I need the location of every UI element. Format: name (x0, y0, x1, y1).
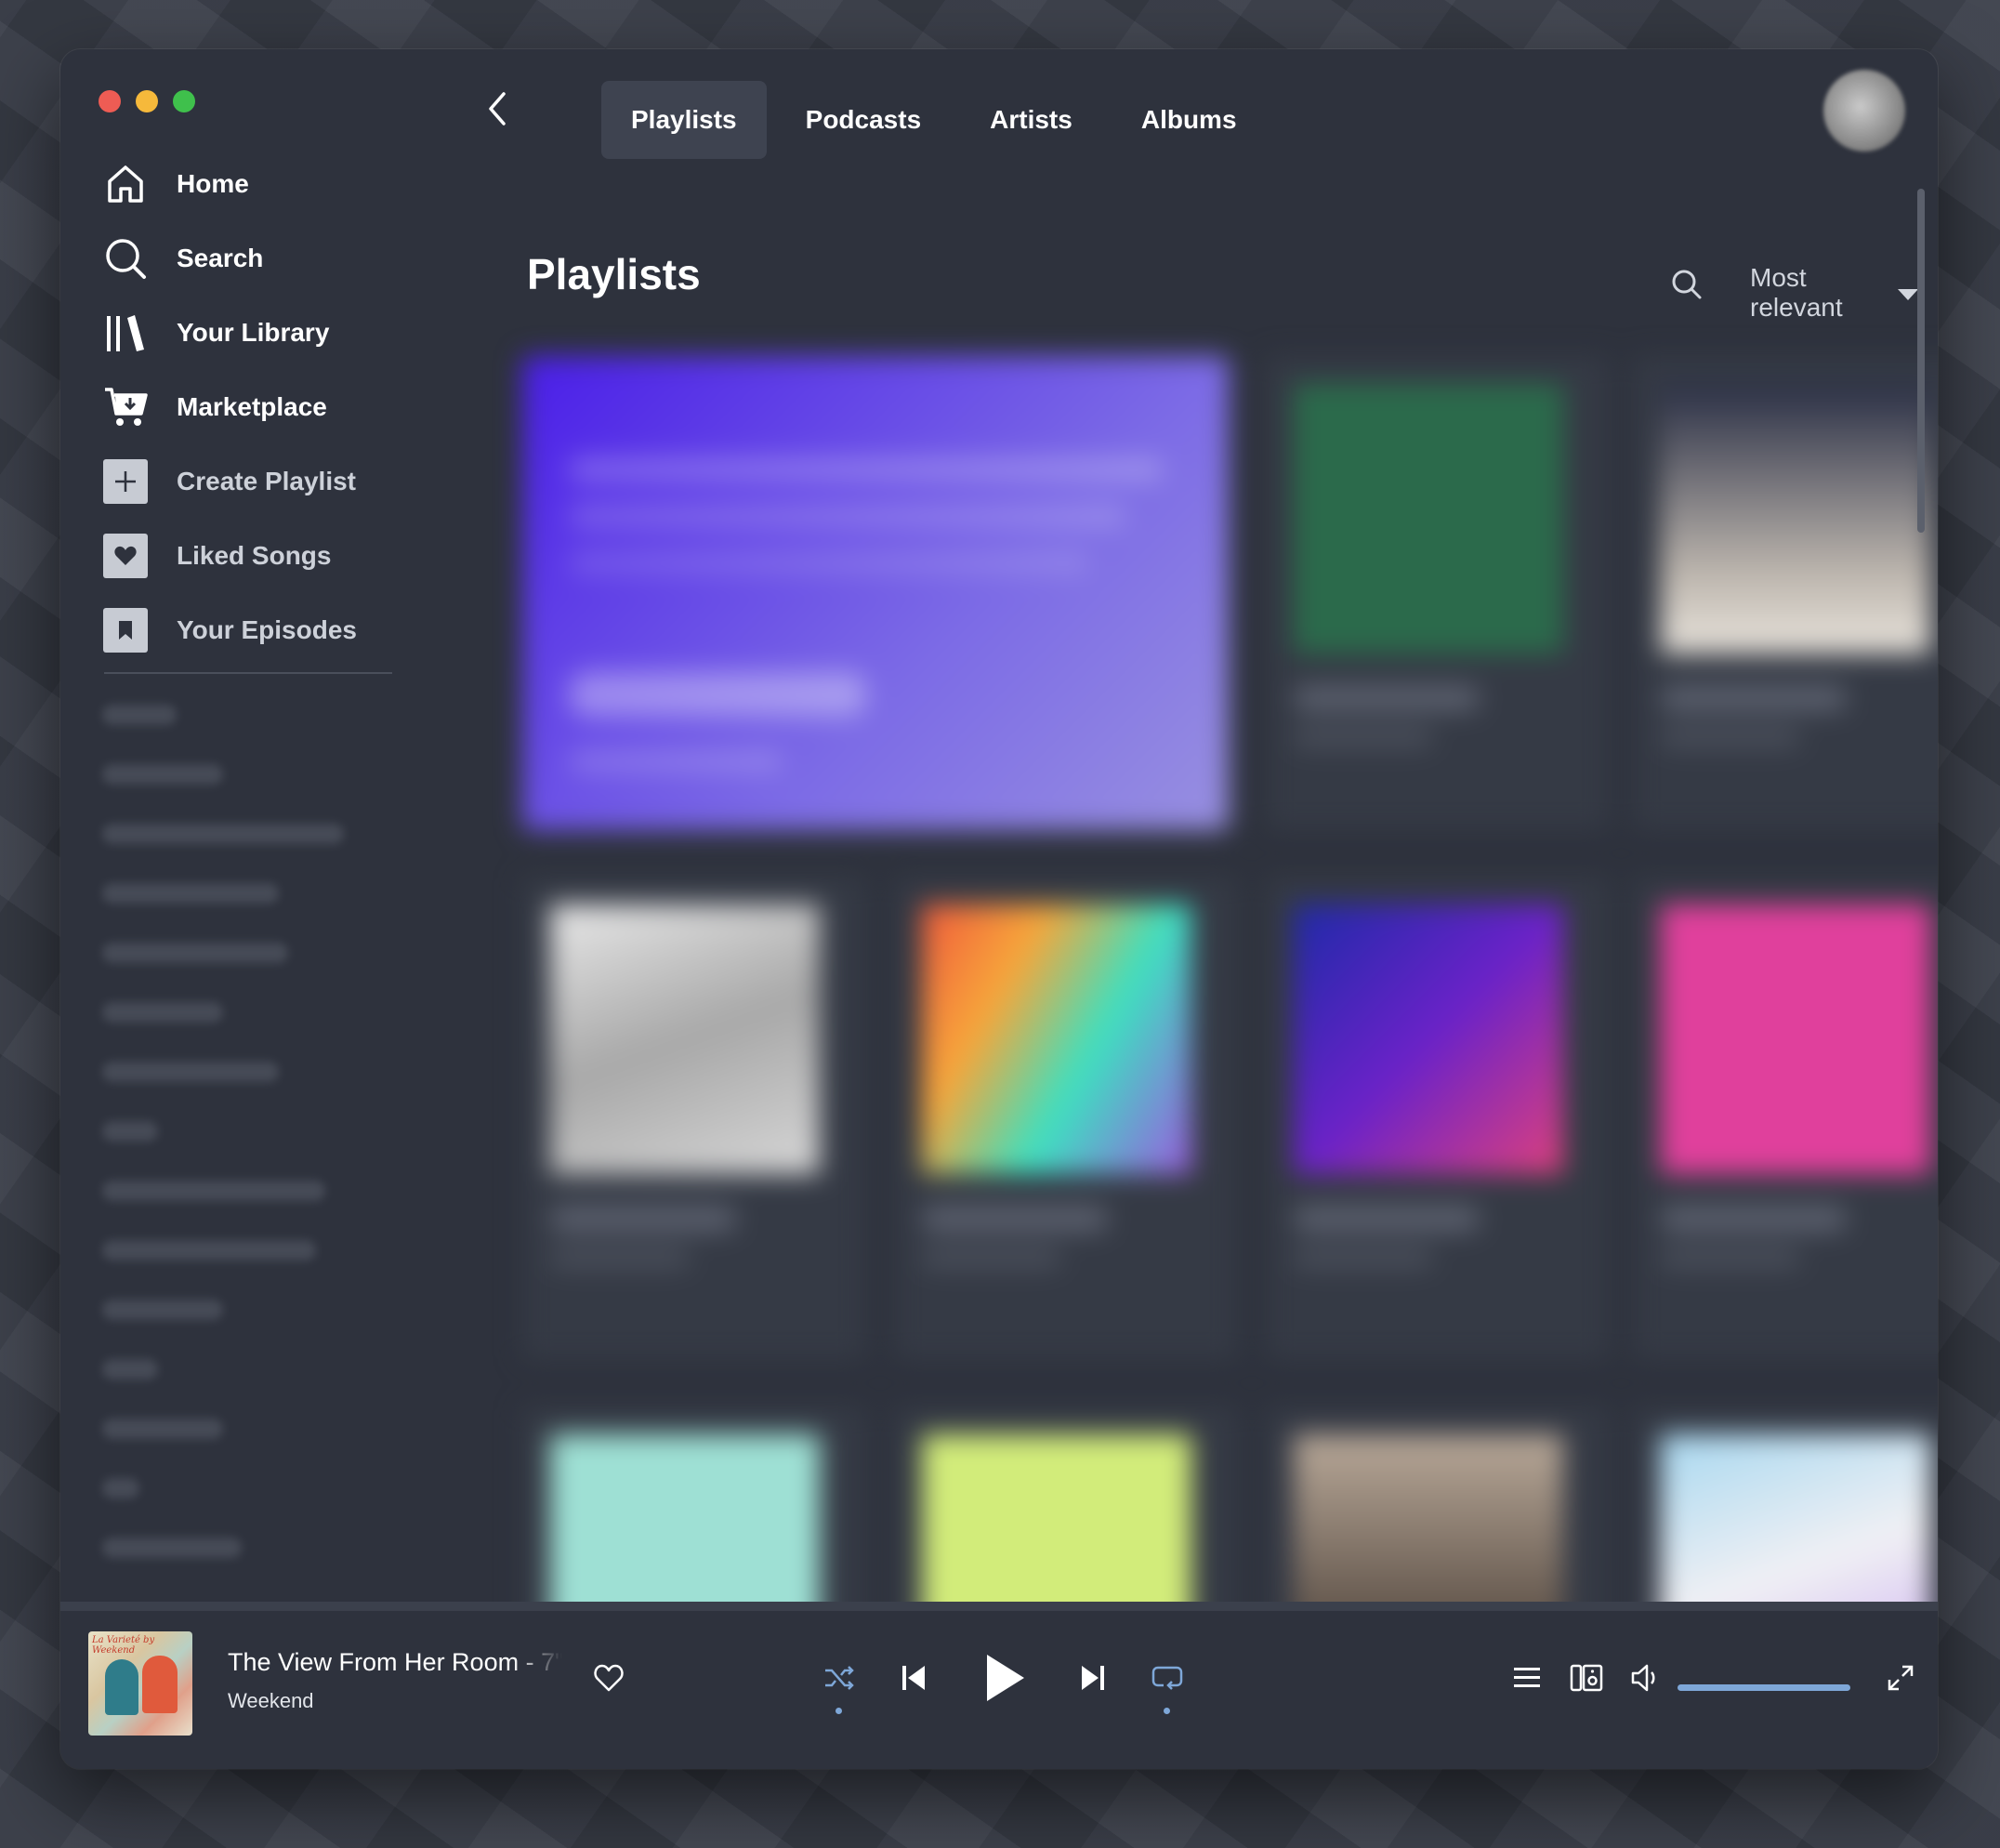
sidebar-item-label: Search (177, 244, 264, 272)
heart-icon-wrapper (102, 533, 149, 579)
sidebar-item-label: Liked Songs (177, 541, 332, 570)
sort-dropdown[interactable]: Most relevant (1750, 263, 1919, 323)
player-bar: La Varieté by Weekend The View From Her … (60, 1602, 1938, 1769)
plus-icon (103, 459, 148, 504)
tab-playlists[interactable]: Playlists (601, 81, 767, 159)
repeat-icon[interactable] (1139, 1650, 1195, 1706)
previous-icon[interactable] (886, 1650, 941, 1706)
page-title: Playlists (527, 250, 701, 298)
playlist-card[interactable] (1266, 877, 1610, 1360)
sidebar-divider (104, 672, 392, 674)
shuffle-active-dot (836, 1708, 842, 1714)
bookmark-icon-wrapper (102, 607, 149, 653)
sidebar-item-label: Marketplace (177, 392, 327, 421)
sidebar-item-liked-songs[interactable]: Liked Songs (102, 519, 474, 593)
cover-text: La Varieté by Weekend (92, 1635, 155, 1656)
liked-songs-card[interactable] (522, 356, 1229, 830)
bookmark-icon (103, 608, 148, 653)
album-cover[interactable]: La Varieté by Weekend (88, 1631, 192, 1736)
sidebar: Home Search Your Library Marketplace Cre… (60, 49, 469, 1602)
queue-icon[interactable] (1499, 1650, 1555, 1706)
plus-icon-wrapper (102, 458, 149, 505)
avatar[interactable] (1823, 70, 1905, 152)
sidebar-item-home[interactable]: Home (102, 147, 474, 221)
connect-device-icon[interactable] (1559, 1650, 1614, 1706)
playlist-list[interactable] (102, 705, 344, 1597)
tab-podcasts[interactable]: Podcasts (776, 81, 952, 159)
volume-slider[interactable] (1678, 1684, 1850, 1691)
sidebar-item-search[interactable]: Search (102, 221, 474, 296)
home-icon (102, 161, 149, 207)
playlist-card[interactable] (1266, 356, 1610, 830)
sidebar-item-your-episodes[interactable]: Your Episodes (102, 593, 474, 667)
tab-artists[interactable]: Artists (960, 81, 1102, 159)
library-icon (102, 310, 149, 356)
heart-icon[interactable] (588, 1657, 629, 1698)
artist-name[interactable]: Weekend (228, 1689, 314, 1713)
playlist-card[interactable] (1633, 356, 1938, 830)
main-content: Playlists Most relevant (469, 161, 1938, 1704)
sidebar-item-label: Home (177, 169, 249, 198)
sidebar-item-library[interactable]: Your Library (102, 296, 474, 370)
sidebar-item-label: Your Episodes (177, 615, 357, 644)
top-bar: Playlists Podcasts Artists Albums (469, 68, 1938, 159)
search-icon (102, 235, 149, 282)
sidebar-item-create-playlist[interactable]: Create Playlist (102, 444, 474, 519)
scrollbar[interactable] (1917, 189, 1925, 533)
repeat-active-dot (1164, 1708, 1170, 1714)
fullscreen-icon[interactable] (1873, 1650, 1928, 1706)
sidebar-item-marketplace[interactable]: Marketplace (102, 370, 474, 444)
playlist-card[interactable] (894, 877, 1238, 1360)
track-title[interactable]: The View From Her Room - 7" (228, 1648, 562, 1677)
play-icon[interactable] (969, 1643, 1040, 1713)
sidebar-item-label: Your Library (177, 318, 330, 347)
chevron-left-icon[interactable] (469, 81, 525, 137)
library-tabs: Playlists Podcasts Artists Albums (601, 81, 1267, 159)
cart-icon (102, 384, 149, 430)
sidebar-item-label: Create Playlist (177, 467, 356, 495)
volume-icon[interactable] (1618, 1650, 1674, 1706)
search-icon[interactable] (1664, 261, 1710, 308)
sort-label: Most relevant (1750, 263, 1843, 322)
playlist-card[interactable] (1633, 877, 1938, 1360)
sidebar-nav: Home Search Your Library Marketplace Cre… (102, 147, 474, 667)
caret-down-icon (1897, 278, 1919, 308)
playlist-card[interactable] (522, 877, 866, 1360)
tab-albums[interactable]: Albums (1112, 81, 1267, 159)
shuffle-icon[interactable] (811, 1650, 867, 1706)
next-icon[interactable] (1065, 1650, 1121, 1706)
heart-icon (103, 534, 148, 578)
app-window: Home Search Your Library Marketplace Cre… (60, 49, 1938, 1769)
